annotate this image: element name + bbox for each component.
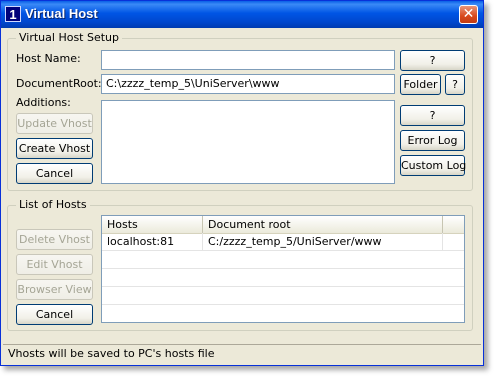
additions-textarea[interactable] — [101, 100, 395, 184]
hosts-group-title: List of Hosts — [16, 198, 90, 211]
docroot-label: DocumentRoot: — [16, 77, 102, 90]
status-bar: Vhosts will be saved to PC's hosts file — [3, 344, 481, 363]
status-text: Vhosts will be saved to PC's hosts file — [8, 347, 215, 360]
hosts-cancel-button[interactable]: Cancel — [16, 304, 93, 325]
docroot-help-button[interactable]: ? — [445, 74, 465, 95]
app-icon: 1 — [5, 6, 21, 22]
empty-row — [102, 251, 464, 269]
virtual-host-window: 1 Virtual Host ✕ Virtual Host Setup Host… — [0, 0, 484, 366]
docroot-input[interactable]: C:\zzzz_temp_5\UniServer\www — [101, 74, 395, 94]
close-button[interactable]: ✕ — [459, 5, 478, 24]
custom-log-button[interactable]: Custom Log — [400, 155, 466, 176]
empty-row — [102, 287, 464, 305]
setup-cancel-button[interactable]: Cancel — [16, 163, 93, 184]
column-header-document-root[interactable]: Document root — [203, 216, 443, 233]
docroot-cell: C:/zzzz_temp_5/UniServer/www — [203, 233, 443, 250]
folder-button[interactable]: Folder — [400, 74, 441, 95]
error-log-button[interactable]: Error Log — [400, 130, 465, 151]
empty-row — [102, 269, 464, 287]
empty-row — [102, 305, 464, 322]
host-cell: localhost:81 — [102, 233, 203, 250]
hosts-table[interactable]: Hosts Document root localhost:81 C:/zzzz… — [101, 215, 465, 323]
update-vhost-button[interactable]: Update Vhost — [16, 113, 93, 134]
table-row[interactable]: localhost:81 C:/zzzz_temp_5/UniServer/ww… — [102, 233, 464, 251]
column-header-hosts[interactable]: Hosts — [102, 216, 203, 233]
browser-view-button[interactable]: Browser View — [16, 279, 93, 300]
delete-vhost-button[interactable]: Delete Vhost — [16, 229, 93, 250]
additions-label: Additions: — [16, 96, 71, 109]
create-vhost-button[interactable]: Create Vhost — [16, 138, 93, 159]
title-bar[interactable]: 1 Virtual Host ✕ — [1, 1, 483, 28]
setup-group-title: Virtual Host Setup — [16, 31, 122, 44]
hosts-table-header: Hosts Document root — [102, 216, 464, 234]
edit-vhost-button[interactable]: Edit Vhost — [16, 254, 93, 275]
host-help-button[interactable]: ? — [400, 50, 465, 71]
additions-help-button[interactable]: ? — [400, 105, 465, 126]
close-icon: ✕ — [462, 6, 475, 22]
host-name-input[interactable] — [101, 50, 395, 70]
host-name-label: Host Name: — [16, 52, 81, 65]
window-title: Virtual Host — [25, 6, 98, 21]
